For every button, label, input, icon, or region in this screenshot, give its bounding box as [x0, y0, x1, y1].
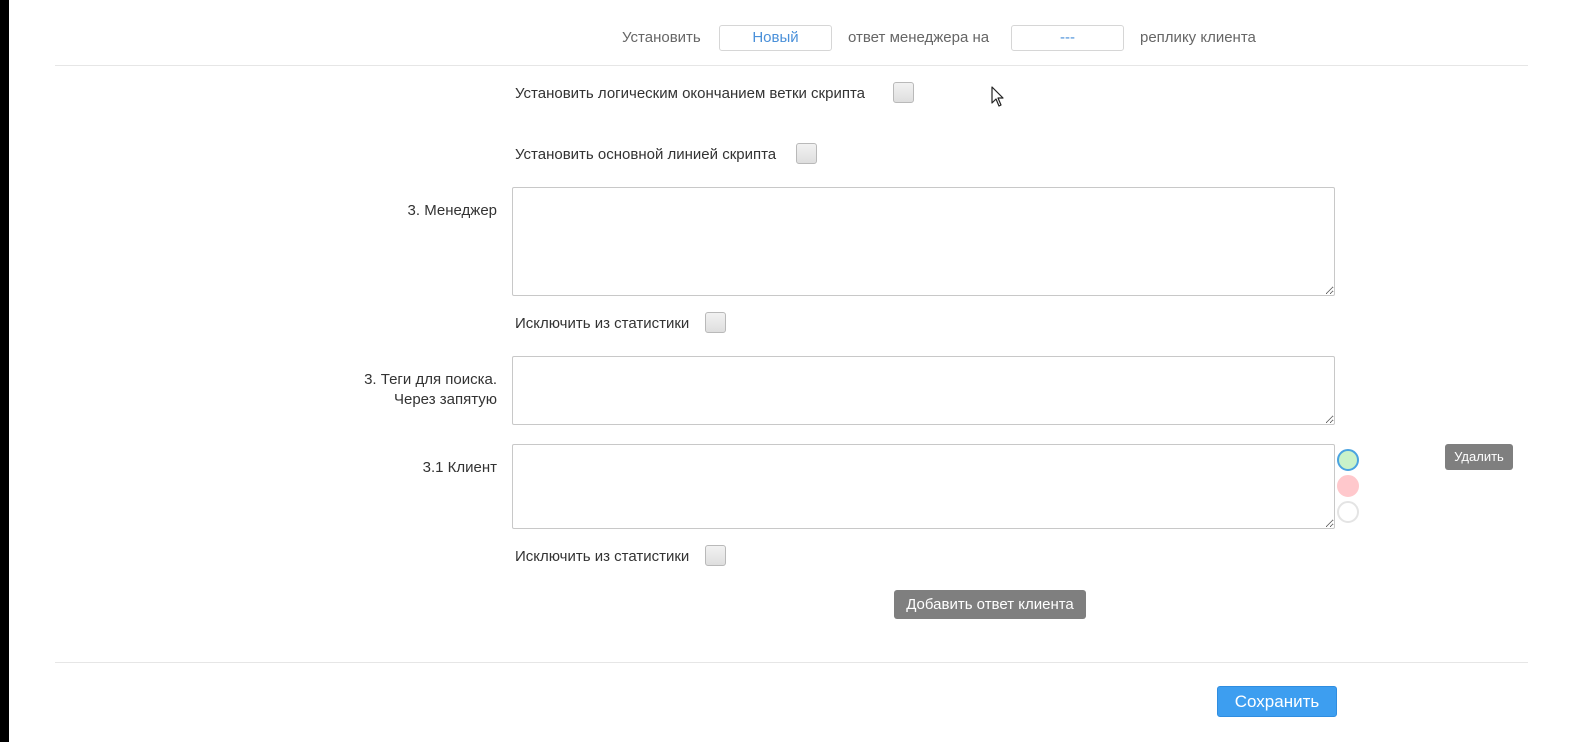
- mouse-cursor-icon: [991, 86, 1004, 107]
- client-label: 3.1 Клиент: [422, 459, 497, 476]
- client-reply-label: реплику клиента: [1140, 29, 1256, 46]
- bottom-divider: [55, 662, 1528, 663]
- main-line-label: Установить основной линией скрипта: [515, 146, 777, 163]
- manager-exclude-label: Исключить из статистики: [515, 315, 690, 332]
- manager-label: 3. Менеджер: [407, 202, 497, 219]
- client-textarea[interactable]: [512, 444, 1335, 529]
- tags-label-line2: Через запятую: [394, 391, 497, 408]
- top-divider: [55, 65, 1528, 66]
- reply-select[interactable]: ---: [1011, 25, 1124, 51]
- status-dot-white[interactable]: [1337, 501, 1359, 523]
- main-line-checkbox[interactable]: [796, 143, 817, 164]
- manager-textarea[interactable]: [512, 187, 1335, 296]
- logical-end-label: Установить логическим окончанием ветки с…: [515, 85, 866, 102]
- set-label: Установить: [622, 29, 701, 46]
- status-select[interactable]: Новый: [719, 25, 832, 51]
- logical-end-checkbox[interactable]: [893, 82, 914, 103]
- add-client-answer-button[interactable]: Добавить ответ клиента: [894, 590, 1086, 619]
- left-edge-strip: [0, 0, 9, 742]
- client-exclude-checkbox[interactable]: [705, 545, 726, 566]
- manager-exclude-checkbox[interactable]: [705, 312, 726, 333]
- tags-label-line1: 3. Теги для поиска.: [364, 371, 497, 388]
- client-exclude-label: Исключить из статистики: [515, 548, 690, 565]
- manager-answer-label: ответ менеджера на: [848, 29, 990, 46]
- delete-client-button[interactable]: Удалить: [1445, 444, 1513, 470]
- status-dot-green[interactable]: [1337, 449, 1359, 471]
- save-button[interactable]: Сохранить: [1217, 686, 1337, 717]
- tags-textarea[interactable]: [512, 356, 1335, 425]
- status-dot-red[interactable]: [1337, 475, 1359, 497]
